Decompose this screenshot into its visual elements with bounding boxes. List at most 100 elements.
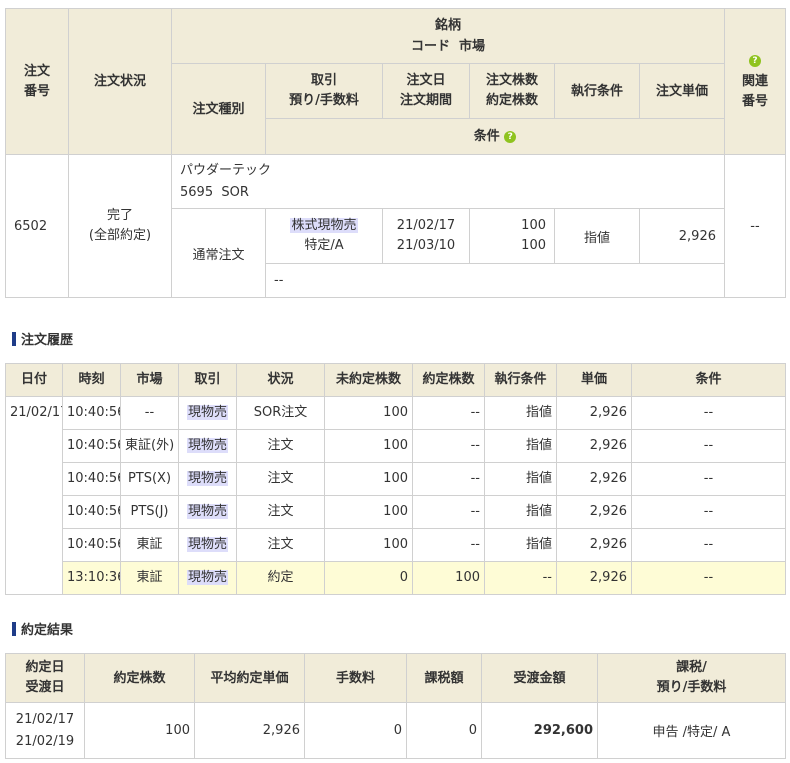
trade-cell: 現物売 bbox=[178, 429, 237, 463]
issue-cell: パウダーテック 5695 SOR bbox=[171, 154, 725, 209]
extra-cell: -- bbox=[631, 528, 786, 562]
history-header-date: 日付 bbox=[5, 363, 63, 397]
fee-type: 特定/A bbox=[304, 238, 344, 253]
trade-cell: 現物売 bbox=[178, 396, 237, 430]
unfilled-cell: 0 bbox=[324, 561, 413, 595]
market-cell: 東証 bbox=[120, 528, 179, 562]
order-detail-table: 注文 番号 注文状況 銘柄 コード 市場 ? 関連 番号 注文種別 取引 預り/… bbox=[5, 8, 786, 298]
status-cell: 注文 bbox=[236, 429, 325, 463]
filled-cell: -- bbox=[412, 396, 485, 430]
table-row: 10:40:56 東証(外) 現物売 注文 100 -- 指値 2,926 -- bbox=[6, 429, 786, 463]
exec-header-tax: 課税額 bbox=[406, 653, 482, 703]
price-cell: 2,926 bbox=[556, 528, 632, 562]
code-market-label: コード 市場 bbox=[410, 39, 486, 54]
condition-cell: 指値 bbox=[484, 462, 557, 496]
trade-cell: 現物売 bbox=[178, 495, 237, 529]
status-cell: 約定 bbox=[236, 561, 325, 595]
history-header-market: 市場 bbox=[120, 363, 179, 397]
history-header-condition: 執行条件 bbox=[484, 363, 557, 397]
exec-avg-price-cell: 2,926 bbox=[194, 702, 305, 759]
trade-badge: 現物売 bbox=[186, 471, 228, 486]
related-number-cell: -- bbox=[724, 154, 786, 298]
price-cell: 2,926 bbox=[556, 495, 632, 529]
exec-tax-cell: 0 bbox=[406, 702, 482, 759]
history-header-filled: 約定株数 bbox=[412, 363, 485, 397]
time-cell: 10:40:56 bbox=[62, 495, 121, 529]
filled-cell: -- bbox=[412, 429, 485, 463]
condition-cell: 指値 bbox=[484, 429, 557, 463]
price-cell: 2,926 bbox=[556, 561, 632, 595]
execution-header-row: 約定日 受渡日 約定株数 平均約定単価 手数料 課税額 受渡金額 課税/ 預り/… bbox=[5, 653, 786, 703]
time-cell: 10:40:56 bbox=[62, 429, 121, 463]
exec-amount-cell: 292,600 bbox=[481, 702, 598, 759]
condition-cell: -- bbox=[484, 561, 557, 595]
table-row: 13:10:36 東証 現物売 約定 0 100 -- 2,926 -- bbox=[6, 561, 786, 595]
help-icon[interactable]: ? bbox=[749, 55, 761, 67]
section-bar-icon bbox=[12, 332, 16, 346]
trade-badge: 現物売 bbox=[186, 438, 228, 453]
exec-header-tax-type: 課税/ 預り/手数料 bbox=[597, 653, 786, 703]
trade-cell: 現物売 bbox=[178, 528, 237, 562]
execution-result-title: 約定結果 bbox=[12, 622, 73, 638]
unfilled-cell: 100 bbox=[324, 462, 413, 496]
filled-cell: -- bbox=[412, 462, 485, 496]
status-cell: 注文 bbox=[236, 462, 325, 496]
exec-fee-cell: 0 bbox=[304, 702, 407, 759]
exec-qty-cell: 100 bbox=[84, 702, 195, 759]
condition-cell: 指値 bbox=[484, 528, 557, 562]
history-header-status: 状況 bbox=[236, 363, 325, 397]
exec-header-dates: 約定日 受渡日 bbox=[5, 653, 85, 703]
conditions-header: 条件 ? bbox=[265, 118, 725, 155]
order-type-header: 注文種別 bbox=[171, 63, 266, 155]
time-cell: 10:40:56 bbox=[62, 462, 121, 496]
trade-fee-cell: 株式現物売 特定/A bbox=[265, 208, 383, 264]
help-icon[interactable]: ? bbox=[504, 130, 517, 143]
execution-result-table: 約定日 受渡日 約定株数 平均約定単価 手数料 課税額 受渡金額 課税/ 預り/… bbox=[5, 653, 786, 759]
issue-header: 銘柄 コード 市場 bbox=[171, 8, 725, 64]
quantity-cell: 100 100 bbox=[469, 208, 555, 264]
section-bar-icon bbox=[12, 622, 16, 636]
unfilled-cell: 100 bbox=[324, 528, 413, 562]
exec-header-fee: 手数料 bbox=[304, 653, 407, 703]
status-cell: 注文 bbox=[236, 528, 325, 562]
condition-cell: 指値 bbox=[484, 396, 557, 430]
filled-cell: 100 bbox=[412, 561, 485, 595]
order-type-cell: 通常注文 bbox=[171, 208, 266, 298]
trade-cell: 現物売 bbox=[178, 462, 237, 496]
history-header-unfilled: 未約定株数 bbox=[324, 363, 413, 397]
trade-badge: 現物売 bbox=[186, 537, 228, 552]
exec-header-amount: 受渡金額 bbox=[481, 653, 598, 703]
history-header-extra: 条件 bbox=[631, 363, 786, 397]
trade-badge: 現物売 bbox=[186, 405, 228, 420]
extra-cell: -- bbox=[631, 561, 786, 595]
status-cell: SOR注文 bbox=[236, 396, 325, 430]
trade-fee-header: 取引 預り/手数料 bbox=[265, 63, 383, 119]
order-status-cell: 完了 (全部約定) bbox=[68, 154, 172, 298]
order-history-title: 注文履歴 bbox=[12, 332, 73, 348]
order-number-header: 注文 番号 bbox=[5, 8, 69, 155]
table-row: 21/02/17 21/02/19 100 2,926 0 0 292,600 … bbox=[5, 702, 786, 759]
unit-price-header: 注文単価 bbox=[639, 63, 725, 119]
date-period-cell: 21/02/17 21/03/10 bbox=[382, 208, 470, 264]
conditions-label: 条件 bbox=[473, 129, 500, 144]
price-cell: 2,926 bbox=[556, 396, 632, 430]
issue-code: 5695 SOR bbox=[180, 184, 249, 200]
condition-cell: 指値 bbox=[484, 495, 557, 529]
unfilled-cell: 100 bbox=[324, 396, 413, 430]
time-cell: 10:40:56 bbox=[62, 528, 121, 562]
exec-tax-type-cell: 申告 /特定/ A bbox=[597, 702, 786, 759]
table-row: 10:40:56 東証 現物売 注文 100 -- 指値 2,926 -- bbox=[6, 528, 786, 562]
exec-condition-cell: 指値 bbox=[554, 208, 640, 264]
price-cell: 2,926 bbox=[556, 429, 632, 463]
history-header-row: 日付 時刻 市場 取引 状況 未約定株数 約定株数 執行条件 単価 条件 bbox=[5, 363, 786, 397]
market-cell: 東証 bbox=[120, 561, 179, 595]
history-header-time: 時刻 bbox=[62, 363, 121, 397]
extra-cell: -- bbox=[631, 495, 786, 529]
executed-quantity: 100 bbox=[521, 238, 546, 253]
related-number-label: 関連 番号 bbox=[741, 73, 768, 109]
status-cell: 注文 bbox=[236, 495, 325, 529]
order-number-cell: 6502 bbox=[5, 154, 69, 298]
filled-cell: -- bbox=[412, 528, 485, 562]
trade-cell: 現物売 bbox=[178, 561, 237, 595]
trade-badge: 現物売 bbox=[186, 504, 228, 519]
